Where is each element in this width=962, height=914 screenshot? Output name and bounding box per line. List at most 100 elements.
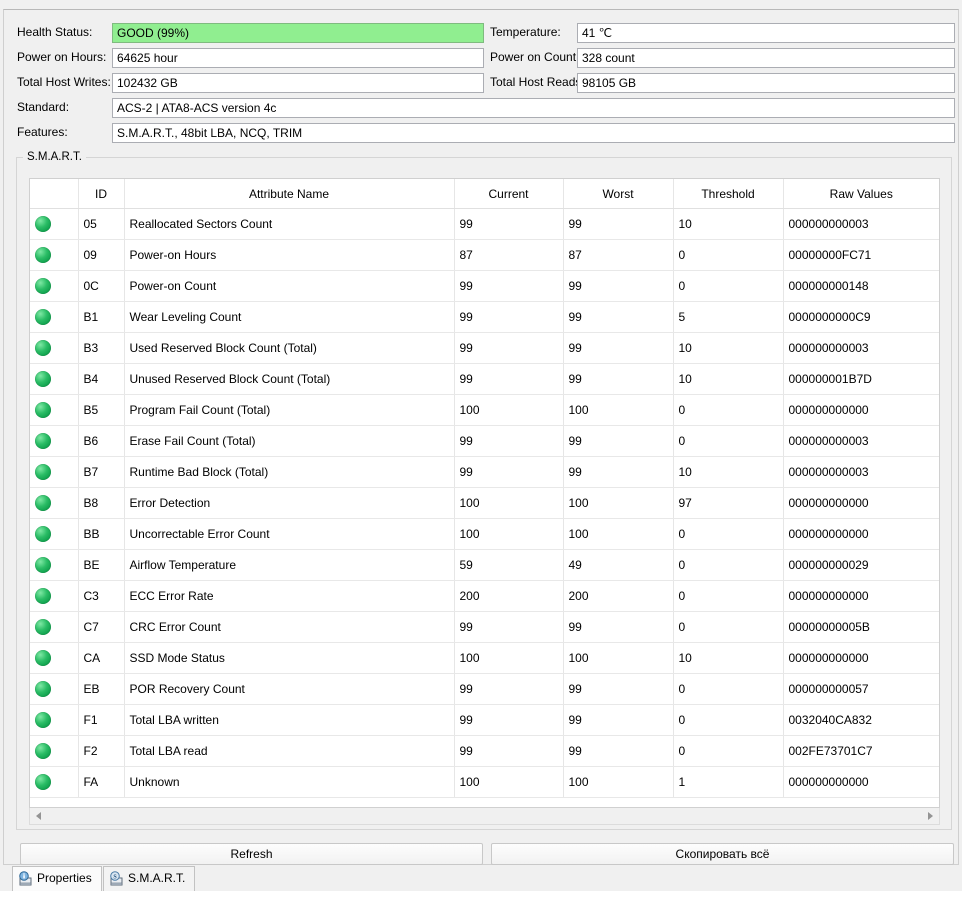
smart-info-window: Health Status: GOOD (99%) Temperature: 4…: [0, 0, 962, 914]
features-field[interactable]: S.M.A.R.T., 48bit LBA, NCQ, TRIM: [112, 123, 955, 143]
table-horizontal-scrollbar[interactable]: [29, 808, 940, 825]
table-row[interactable]: B6 Erase Fail Count (Total) 99 99 0 000000000…: [30, 425, 939, 457]
health-status-field[interactable]: GOOD (99%): [112, 23, 484, 43]
column-header-current[interactable]: Current: [454, 179, 564, 209]
table-row[interactable]: B3 Used Reserved Block Count (Total) 99 99 1…: [30, 332, 939, 364]
table-row[interactable]: C3 ECC Error Rate 200 200 0 000000000000: [30, 580, 939, 612]
column-header-attribute-name[interactable]: Attribute Name: [124, 179, 455, 209]
table-row[interactable]: F2 Total LBA read 99 99 0 002FE73701C7: [30, 735, 939, 767]
cell-worst: 49: [563, 549, 674, 581]
table-row[interactable]: 09 Power-on Hours 87 87 0 00000000FC71: [30, 239, 939, 271]
cell-status: [30, 704, 79, 736]
cell-raw-value: 000000000000: [783, 487, 939, 519]
cell-attribute-name: Wear Leveling Count: [124, 301, 455, 333]
cell-id: B5: [78, 394, 125, 426]
table-row[interactable]: FA Unknown 100 100 1 000000000000: [30, 766, 939, 798]
window-bottom-strip: [0, 891, 962, 914]
table-row[interactable]: B8 Error Detection 100 100 97 000000000000: [30, 487, 939, 519]
cell-threshold: 0: [673, 425, 784, 457]
tab-properties[interactable]: Properties: [12, 866, 102, 891]
cell-current: 100: [454, 487, 564, 519]
cell-status: [30, 549, 79, 581]
triangle-left-icon: [36, 812, 41, 820]
standard-field[interactable]: ACS-2 | ATA8-ACS version 4c: [112, 98, 955, 118]
cell-threshold: 0: [673, 270, 784, 302]
power-on-hours-field[interactable]: 64625 hour: [112, 48, 484, 68]
column-header-worst[interactable]: Worst: [563, 179, 674, 209]
cell-threshold: 0: [673, 611, 784, 643]
scroll-right-button[interactable]: [922, 808, 938, 823]
tab-smart[interactable]: S S.M.A.R.T.: [103, 866, 196, 891]
green-status-dot-icon: [35, 743, 51, 759]
column-header-raw-values[interactable]: Raw Values: [783, 179, 939, 209]
copy-all-button[interactable]: Скопировать всё: [491, 843, 954, 865]
cell-attribute-name: Uncorrectable Error Count: [124, 518, 455, 550]
power-on-count-label: Power on Count:: [490, 50, 580, 64]
cell-attribute-name: SSD Mode Status: [124, 642, 455, 674]
table-row[interactable]: BE Airflow Temperature 59 49 0 000000000029: [30, 549, 939, 581]
cell-attribute-name: Error Detection: [124, 487, 455, 519]
table-row[interactable]: B5 Program Fail Count (Total) 100 100 0 00000…: [30, 394, 939, 426]
table-row[interactable]: B4 Unused Reserved Block Count (Total) 99 9…: [30, 363, 939, 395]
green-status-dot-icon: [35, 495, 51, 511]
cell-raw-value: 000000000003: [783, 332, 939, 364]
cell-id: F2: [78, 735, 125, 767]
cell-worst: 99: [563, 270, 674, 302]
cell-raw-value: 0000000000C9: [783, 301, 939, 333]
cell-raw-value: 000000000003: [783, 456, 939, 488]
power-on-count-field[interactable]: 328 count: [577, 48, 955, 68]
cell-id: 0C: [78, 270, 125, 302]
column-header-id[interactable]: ID: [78, 179, 125, 209]
cell-attribute-name: Total LBA written: [124, 704, 455, 736]
total-host-writes-field[interactable]: 102432 GB: [112, 73, 484, 93]
table-row[interactable]: BB Uncorrectable Error Count 100 100 0 000000…: [30, 518, 939, 550]
cell-status: [30, 766, 79, 798]
cell-threshold: 10: [673, 332, 784, 364]
green-status-dot-icon: [35, 526, 51, 542]
table-row[interactable]: 0C Power-on Count 99 99 0 000000000148: [30, 270, 939, 302]
tab-properties-label: Properties: [37, 871, 92, 885]
cell-status: [30, 487, 79, 519]
cell-worst: 99: [563, 673, 674, 705]
cell-current: 99: [454, 704, 564, 736]
page-panel: Health Status: GOOD (99%) Temperature: 4…: [3, 9, 959, 865]
table-row[interactable]: B1 Wear Leveling Count 99 99 5 0000000000C9: [30, 301, 939, 333]
cell-status: [30, 611, 79, 643]
cell-raw-value: 000000001B7D: [783, 363, 939, 395]
cell-current: 100: [454, 394, 564, 426]
smart-attribute-table-container[interactable]: ID Attribute Name Current Worst Threshol…: [29, 178, 940, 808]
cell-current: 99: [454, 332, 564, 364]
scroll-left-button[interactable]: [31, 808, 47, 823]
cell-current: 100: [454, 642, 564, 674]
green-status-dot-icon: [35, 650, 51, 666]
cell-raw-value: 000000000000: [783, 518, 939, 550]
refresh-button[interactable]: Refresh: [20, 843, 483, 865]
total-host-reads-field[interactable]: 98105 GB: [577, 73, 955, 93]
cell-current: 87: [454, 239, 564, 271]
table-row[interactable]: B7 Runtime Bad Block (Total) 99 99 10 0000000…: [30, 456, 939, 488]
cell-worst: 100: [563, 518, 674, 550]
table-empty-area: [30, 798, 939, 807]
table-row[interactable]: EB POR Recovery Count 99 99 0 000000000057: [30, 673, 939, 705]
cell-worst: 99: [563, 363, 674, 395]
cell-current: 100: [454, 518, 564, 550]
table-row[interactable]: 05 Reallocated Sectors Count 99 99 10 0000000…: [30, 208, 939, 240]
temperature-field[interactable]: 41 ℃: [577, 23, 955, 43]
green-status-dot-icon: [35, 712, 51, 728]
cell-worst: 99: [563, 332, 674, 364]
column-header-threshold[interactable]: Threshold: [673, 179, 784, 209]
table-row[interactable]: F1 Total LBA written 99 99 0 0032040CA832: [30, 704, 939, 736]
cell-worst: 99: [563, 208, 674, 240]
table-row[interactable]: C7 CRC Error Count 99 99 0 00000000005B: [30, 611, 939, 643]
cell-raw-value: 000000000000: [783, 394, 939, 426]
cell-attribute-name: POR Recovery Count: [124, 673, 455, 705]
bottom-tab-strip: Properties S S.M.A.R.T.: [0, 866, 962, 892]
cell-current: 99: [454, 611, 564, 643]
cell-current: 99: [454, 208, 564, 240]
cell-id: B4: [78, 363, 125, 395]
cell-worst: 99: [563, 456, 674, 488]
column-header-status[interactable]: [30, 179, 79, 209]
cell-threshold: 97: [673, 487, 784, 519]
cell-status: [30, 363, 79, 395]
table-row[interactable]: CA SSD Mode Status 100 100 10 000000000000: [30, 642, 939, 674]
